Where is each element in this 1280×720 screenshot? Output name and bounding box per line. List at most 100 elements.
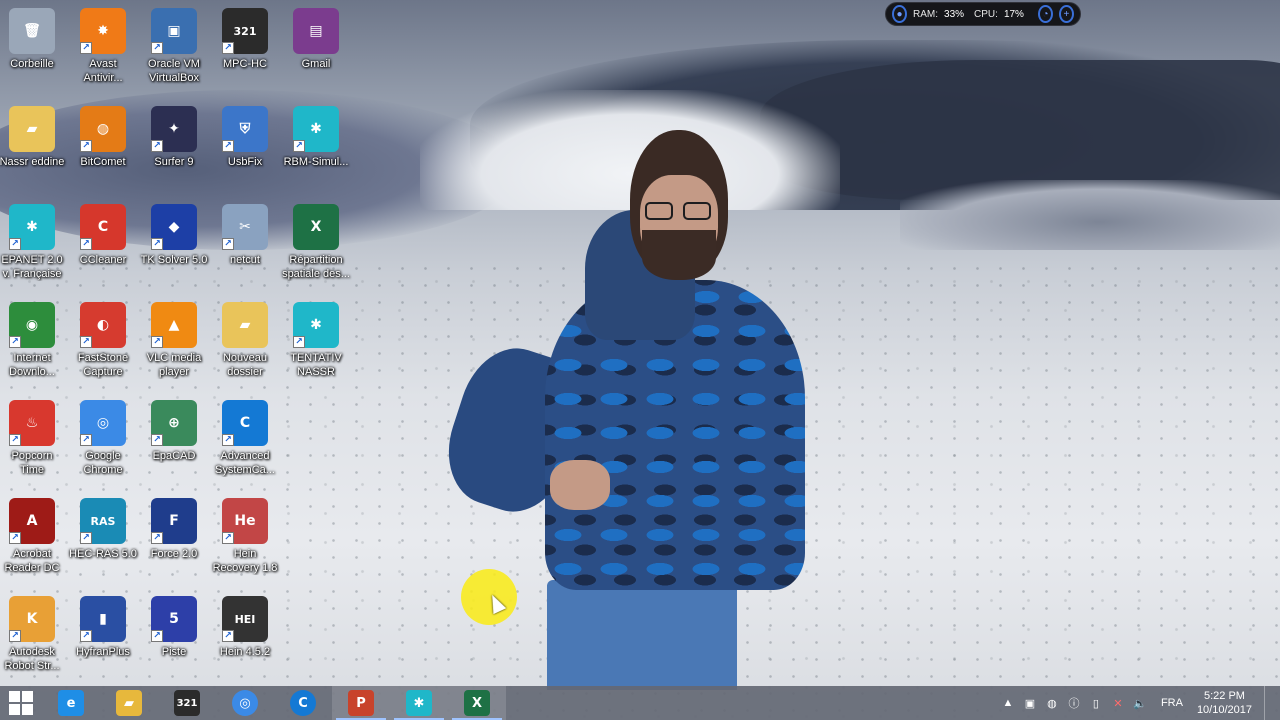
desktop-icon[interactable]: RAS ↗ HEC-RAS 5.0 [67, 494, 139, 588]
desktop-icon[interactable]: ⛨ ↗ UsbFix [209, 102, 281, 196]
desktop-icon[interactable]: 🗑 Corbeille [0, 4, 68, 98]
taskbar-chrome-button[interactable]: ◎ [216, 686, 274, 720]
shortcut-arrow-icon: ↗ [293, 140, 305, 152]
force-icon: F ↗ [151, 498, 197, 544]
ccleaner-icon: C ↗ [80, 204, 126, 250]
desktop-icon-label: Avast Antivir... [83, 58, 123, 84]
desktop-icon[interactable]: 321 ↗ MPC-HC [209, 4, 281, 98]
desktop-icon[interactable]: ▤ Gmail [280, 4, 352, 98]
tk-solver-icon: ◆ ↗ [151, 204, 197, 250]
person-beard [642, 230, 716, 280]
desktop-icon[interactable]: A ↗ Acrobat Reader DC [0, 494, 68, 588]
taskbar-internet-explorer-button[interactable]: e [42, 686, 100, 720]
desktop-icon[interactable]: He ↗ Hein Recovery 1.8 [209, 494, 281, 588]
rbm-simul-icon: ✱ [406, 690, 432, 716]
taskbar-powerpoint-button[interactable]: P [332, 686, 390, 720]
desktop-icon[interactable]: ◍ ↗ BitComet [67, 102, 139, 196]
info-icon[interactable]: ⓘ [1067, 696, 1081, 710]
virtualbox-icon: ▣ ↗ [151, 8, 197, 54]
advanced-systemcare-tray-icon[interactable]: ◍ [1045, 696, 1059, 710]
usb-device-icon[interactable]: ▣ [1023, 696, 1037, 710]
desktop-icon[interactable]: ▲ ↗ VLC media player [138, 298, 210, 392]
desktop-icon[interactable]: ▣ ↗ Oracle VM VirtualBox [138, 4, 210, 98]
netcut-icon: ✂ ↗ [222, 204, 268, 250]
desktop-icon[interactable]: ✱ ↗ EPANET 2.0 v. Française [0, 200, 68, 294]
rbm-simul-icon: ✱ ↗ [293, 106, 339, 152]
show-hidden-icons-icon[interactable]: ▲ [1001, 696, 1015, 710]
start-button[interactable] [0, 686, 42, 720]
desktop-icon[interactable]: K ↗ Autodesk Robot Str... [0, 592, 68, 686]
desktop-icon[interactable]: C ↗ Advanced SystemCa... [209, 396, 281, 490]
gauge-icon[interactable]: ◔ [1037, 5, 1053, 23]
desktop-icon[interactable]: ✂ ↗ netcut [209, 200, 281, 294]
show-desktop-button[interactable] [1264, 686, 1270, 720]
shortcut-arrow-icon: ↗ [9, 434, 21, 446]
taskbar-file-explorer-button[interactable]: ▰ [100, 686, 158, 720]
volume-icon[interactable]: 🔈 [1133, 696, 1147, 710]
shortcut-arrow-icon: ↗ [80, 434, 92, 446]
taskbar-advanced-systemcare-button[interactable]: C [274, 686, 332, 720]
desktop-icon[interactable]: ▰ Nassr eddine [0, 102, 68, 196]
advanced-systemcare-icon: C [290, 690, 316, 716]
desktop-icon[interactable]: ▰ Nouveau dossier [209, 298, 281, 392]
advanced-systemcare-icon: C ↗ [222, 400, 268, 446]
desktop-icon[interactable]: ♨ ↗ Popcorn Time [0, 396, 68, 490]
desktop-icon-label: HEC-RAS 5.0 [69, 548, 137, 560]
desktop-icon[interactable]: HEI ↗ Hein 4.5.2 [209, 592, 281, 686]
desktop-icon-label: Nouveau dossier [222, 352, 268, 378]
desktop-icon-label: Corbeille [10, 58, 54, 70]
desktop-icon[interactable]: ✦ ↗ Surfer 9 [138, 102, 210, 196]
shortcut-arrow-icon: ↗ [151, 336, 163, 348]
surfer-icon: ✦ ↗ [151, 106, 197, 152]
mpc-hc-icon: 321 [174, 690, 200, 716]
clock[interactable]: 5:22 PM 10/10/2017 [1197, 689, 1252, 717]
desktop-icon[interactable]: ◐ ↗ FastStone Capture [67, 298, 139, 392]
shortcut-arrow-icon: ↗ [9, 336, 21, 348]
wallpaper-ridge [900, 180, 1280, 250]
network-icon[interactable]: ✕ [1111, 696, 1125, 710]
desktop-icon[interactable]: ✸ ↗ Avast Antivir... [67, 4, 139, 98]
shortcut-arrow-icon: ↗ [222, 434, 234, 446]
ram-label: RAM: [913, 8, 939, 20]
desktop-icon[interactable]: ◉ ↗ Internet Downlo... [0, 298, 68, 392]
shortcut-arrow-icon: ↗ [222, 42, 234, 54]
shortcut-arrow-icon: ↗ [151, 238, 163, 250]
person-jeans [547, 580, 737, 690]
system-monitor-widget[interactable]: ● RAM: 33% CPU: 17% ◔ + [885, 2, 1081, 26]
internet-download-manager-icon: ◉ ↗ [9, 302, 55, 348]
desktop-icon-label: Oracle VM VirtualBox [148, 58, 200, 84]
shortcut-arrow-icon: ↗ [9, 532, 21, 544]
monitor-logo-icon: ● [892, 5, 908, 23]
epacad-icon: ⊕ ↗ [151, 400, 197, 446]
desktop-icon[interactable]: ⊕ ↗ EpaCAD [138, 396, 210, 490]
language-indicator[interactable]: FRA [1161, 697, 1183, 709]
taskbar-mpc-hc-button[interactable]: 321 [158, 686, 216, 720]
desktop-icon[interactable]: ◎ ↗ Google Chrome [67, 396, 139, 490]
desktop-icon[interactable]: 5 ↗ Piste [138, 592, 210, 686]
taskbar-rbm-simul-button[interactable]: ✱ [390, 686, 448, 720]
desktop-icon-label: Autodesk Robot Str... [4, 646, 60, 672]
tentativ-icon: ✱ ↗ [293, 302, 339, 348]
system-tray: ▲ ▣ ◍ ⓘ ▯ ✕ 🔈 FRA 5:22 PM 10/10/2017 [1001, 686, 1280, 720]
shortcut-arrow-icon: ↗ [80, 532, 92, 544]
desktop-icon-label: Google Chrome [83, 450, 123, 476]
desktop-icon[interactable]: ✱ ↗ RBM-Simul... [280, 102, 352, 196]
desktop-icon-label: netcut [230, 254, 260, 266]
shortcut-arrow-icon: ↗ [222, 630, 234, 642]
desktop-icon[interactable]: C ↗ CCleaner [67, 200, 139, 294]
taskbar-excel-button[interactable]: X [448, 686, 506, 720]
desktop-icon[interactable]: X Répartition spatiale des... [280, 200, 352, 294]
desktop-icon[interactable]: ◆ ↗ TK Solver 5.0 [138, 200, 210, 294]
desktop-icon-label: Gmail [301, 58, 331, 70]
battery-icon[interactable]: ▯ [1089, 696, 1103, 710]
desktop-icon[interactable]: ▮ ↗ HyfranPlus [67, 592, 139, 686]
expand-icon[interactable]: + [1058, 5, 1074, 23]
desktop-icon[interactable]: ✱ ↗ TENTATIV NASSR [280, 298, 352, 392]
person-hand [550, 460, 610, 510]
desktop-icon[interactable]: F ↗ Force 2.0 [138, 494, 210, 588]
shortcut-arrow-icon: ↗ [80, 238, 92, 250]
desktop-icon-label: HyfranPlus [76, 646, 130, 658]
hein-recovery-icon: He ↗ [222, 498, 268, 544]
desktop-icon-label: BitComet [80, 156, 126, 168]
taskbar: e ▰ 321 ◎ C P ✱ X ▲ ▣ ◍ ⓘ ▯ ✕ 🔈 FRA 5:22 PM 10/… [0, 686, 1280, 720]
